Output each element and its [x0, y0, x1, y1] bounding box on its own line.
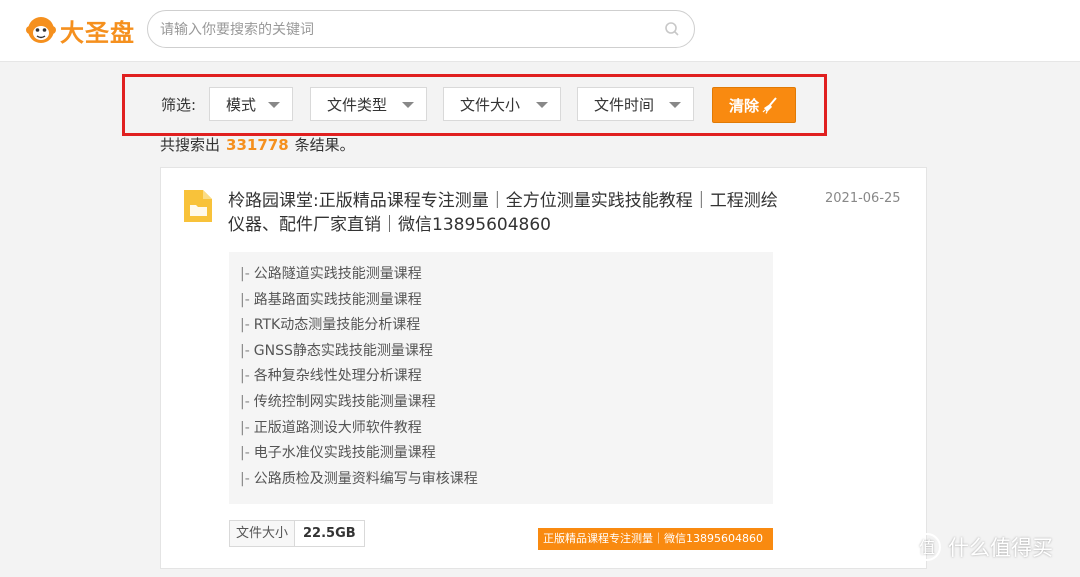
- chevron-down-icon: [268, 102, 280, 108]
- list-item: |- 正版道路测设大师软件教程: [229, 416, 773, 442]
- file-time-dropdown[interactable]: 文件时间: [577, 87, 694, 121]
- header: 大圣盘: [0, 0, 1080, 62]
- chevron-down-icon: [669, 102, 681, 108]
- file-size-dropdown[interactable]: 文件大小: [443, 87, 561, 121]
- list-item-prefix: |-: [240, 445, 250, 462]
- list-item: |- 公路隧道实践技能测量课程: [229, 262, 773, 288]
- file-list: |- 公路隧道实践技能测量课程 |- 路基路面实践技能测量课程 |- RTK动态测量技…: [229, 252, 773, 504]
- file-size-label: 文件大小: [230, 521, 296, 546]
- list-item-label: RTK动态测量技能分析课程: [253, 317, 421, 334]
- file-type-dropdown[interactable]: 文件类型: [310, 87, 427, 121]
- list-item-label: 公路隧道实践技能测量课程: [253, 266, 422, 282]
- chevron-down-icon: [536, 102, 548, 108]
- file-type-dropdown-label: 文件类型: [327, 95, 388, 114]
- file-size-value: 22.5GB: [303, 526, 356, 541]
- list-item: |- 路基路面实践技能测量课程: [229, 288, 773, 314]
- svg-text:值: 值: [919, 538, 935, 557]
- clear-button[interactable]: 清除: [712, 87, 796, 123]
- folder-icon: [184, 190, 212, 222]
- list-item-prefix: |-: [240, 317, 250, 334]
- list-item-label: 各种复杂线性处理分析课程: [253, 368, 422, 385]
- filter-bar: 筛选: 模式 文件类型 文件大小 文件时间 清除: [122, 74, 827, 136]
- promo-tag-badge: 正版精品课程专注测量｜微信13895604860: [538, 528, 773, 550]
- search-input[interactable]: [160, 19, 650, 41]
- smzdm-logo-icon: 值: [913, 533, 941, 561]
- list-item-label: 电子水准仪实践技能测量课程: [253, 445, 436, 462]
- result-card: 柃路园课堂:正版精品课程专注测量｜全方位测量实践技能教程｜工程测绘仪器、配件厂家…: [160, 167, 927, 569]
- result-title-link[interactable]: 柃路园课堂:正版精品课程专注测量｜全方位测量实践技能教程｜工程测绘仪器、配件厂家…: [228, 189, 788, 237]
- list-item-prefix: |-: [240, 291, 250, 308]
- file-time-dropdown-label: 文件时间: [594, 95, 655, 114]
- list-item-label: 正版道路测设大师软件教程: [253, 419, 422, 436]
- list-item-prefix: |-: [240, 470, 250, 487]
- filter-label: 筛选:: [161, 96, 197, 114]
- list-item: |- RTK动态测量技能分析课程: [229, 313, 773, 339]
- result-count: 共搜索出 331778 条结果。: [160, 134, 355, 155]
- list-item-label: GNSS静态实践技能测量课程: [253, 342, 433, 359]
- watermark: 值 什么值得买: [912, 532, 1053, 562]
- result-count-prefix: 共搜索出: [160, 136, 221, 154]
- mode-dropdown-label: 模式: [226, 95, 257, 114]
- monkey-logo-icon: [26, 17, 56, 43]
- result-count-number: 331778: [226, 136, 289, 154]
- list-item-label: 传统控制网实践技能测量课程: [253, 393, 436, 410]
- list-item-prefix: |-: [240, 266, 250, 282]
- search-icon[interactable]: [664, 21, 680, 37]
- logo-text: 大圣盘: [60, 18, 135, 47]
- list-item-prefix: |-: [240, 342, 250, 359]
- search-box: [147, 10, 695, 48]
- list-item-prefix: |-: [240, 368, 250, 385]
- chevron-down-icon: [402, 102, 414, 108]
- list-item-label: 路基路面实践技能测量课程: [253, 291, 422, 308]
- result-count-suffix: 条结果。: [294, 136, 355, 154]
- broom-icon: [762, 97, 777, 114]
- list-item-label: 公路质检及测量资料编写与审核课程: [253, 470, 478, 487]
- watermark-text: 什么值得买: [948, 536, 1053, 560]
- mode-dropdown[interactable]: 模式: [209, 87, 293, 121]
- file-size-info: 文件大小 22.5GB: [229, 520, 365, 547]
- file-size-dropdown-label: 文件大小: [460, 95, 521, 114]
- result-date: 2021-06-25: [825, 191, 901, 206]
- list-item: |- 各种复杂线性处理分析课程: [229, 364, 773, 390]
- list-item: |- GNSS静态实践技能测量课程: [229, 339, 773, 365]
- list-item: |- 传统控制网实践技能测量课程: [229, 390, 773, 416]
- list-item: |- 公路质检及测量资料编写与审核课程: [229, 467, 773, 493]
- site-logo[interactable]: 大圣盘: [26, 12, 135, 48]
- list-item: |- 电子水准仪实践技能测量课程: [229, 441, 773, 467]
- list-item-prefix: |-: [240, 393, 250, 410]
- clear-button-label: 清除: [729, 96, 760, 115]
- list-item-prefix: |-: [240, 419, 250, 436]
